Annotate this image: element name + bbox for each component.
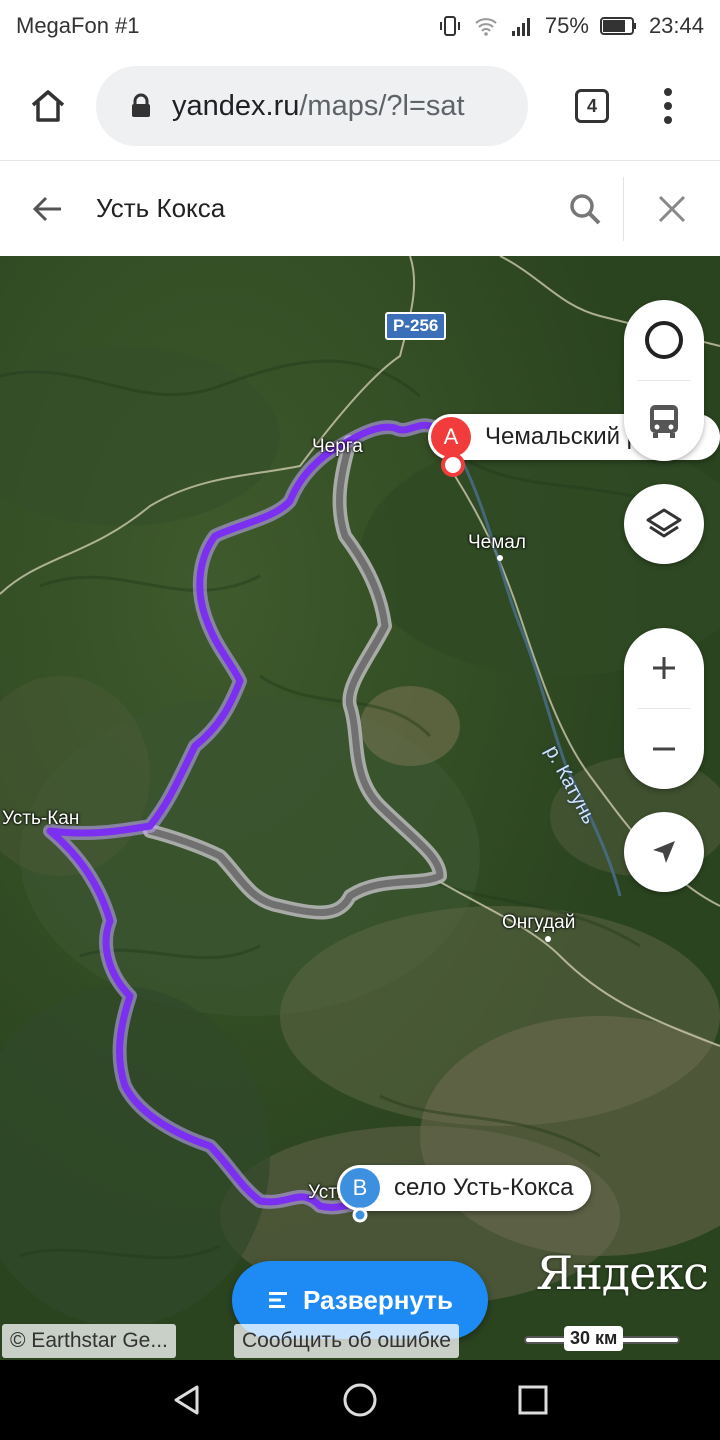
- zoom-out-button[interactable]: [624, 709, 704, 789]
- wifi-icon: [475, 18, 497, 36]
- search-input[interactable]: Усть Кокса: [96, 193, 547, 224]
- place-label-ongudai: Онгудай: [502, 912, 576, 933]
- traffic-transit-controls: [624, 300, 704, 461]
- nav-back-button[interactable]: [147, 1360, 227, 1440]
- layers-icon: [646, 508, 682, 538]
- clear-search-button[interactable]: [624, 161, 720, 256]
- transit-button[interactable]: [624, 381, 704, 461]
- point-b-label: село Усть-Кокса: [394, 1174, 574, 1201]
- point-a-marker-icon: [441, 453, 465, 477]
- locate-me-button[interactable]: [624, 812, 704, 892]
- url-host: yandex.ru: [172, 89, 300, 122]
- carrier-name: MegaFon #1: [16, 13, 140, 38]
- place-label-ust-kan: Усть-Кан: [2, 808, 80, 829]
- place-label-chemal: Чемал: [468, 532, 526, 553]
- battery-percent: 75%: [544, 13, 589, 38]
- lock-icon: [132, 93, 150, 117]
- browser-toolbar: yandex.ru/maps/?l=sat 4: [0, 52, 720, 160]
- signal-icon: [511, 18, 530, 36]
- status-bar: MegaFon #1 75% 23:44: [0, 0, 720, 52]
- place-label-cherga: Черга: [312, 436, 363, 457]
- scale-label: 30 км: [564, 1326, 624, 1351]
- vibrate-icon: [439, 16, 460, 36]
- road-shield-r256: Р-256: [385, 312, 447, 340]
- back-button[interactable]: [0, 161, 96, 256]
- map-search-bar: Усть Кокса: [0, 160, 720, 256]
- address-bar[interactable]: yandex.ru/maps/?l=sat: [96, 66, 528, 146]
- close-icon: [658, 195, 686, 222]
- imagery-attribution[interactable]: © Earthstar Ge...: [2, 1324, 176, 1358]
- home-button[interactable]: [0, 52, 96, 160]
- nav-recents-button[interactable]: [493, 1360, 573, 1440]
- zoom-out-icon: [653, 747, 675, 751]
- recents-square-icon: [518, 1385, 548, 1415]
- arrow-left-icon: [32, 196, 61, 221]
- tab-count: 4: [575, 89, 609, 123]
- browser-menu-button[interactable]: [632, 86, 704, 126]
- zoom-in-button[interactable]: [624, 628, 704, 708]
- home-icon: [31, 90, 65, 122]
- list-lines-icon: [269, 1292, 288, 1308]
- system-navigation-bar: [0, 1360, 720, 1440]
- clock: 23:44: [648, 13, 704, 38]
- battery-icon: [599, 17, 636, 35]
- yandex-logo: Яндекс: [536, 1246, 709, 1300]
- nav-home-button[interactable]: [320, 1360, 400, 1440]
- url-path: /maps/?l=sat: [299, 89, 465, 122]
- locate-icon: [653, 841, 675, 863]
- report-error-link[interactable]: Сообщить об ошибке: [234, 1324, 459, 1358]
- traffic-icon: [645, 321, 683, 359]
- transit-bus-icon: [650, 405, 678, 438]
- expand-label: Развернуть: [303, 1284, 453, 1315]
- route-point-b[interactable]: B село Усть-Кокса: [337, 1165, 592, 1211]
- more-vertical-icon: [664, 88, 672, 124]
- home-circle-icon: [343, 1383, 377, 1417]
- layers-button[interactable]: [624, 484, 704, 564]
- search-button[interactable]: [547, 161, 623, 256]
- traffic-button[interactable]: [624, 300, 704, 380]
- tab-switcher-button[interactable]: 4: [552, 89, 632, 123]
- map-scale: 30 км: [524, 1326, 680, 1356]
- search-icon: [570, 193, 601, 224]
- zoom-controls: [624, 628, 704, 789]
- satellite-map[interactable]: Р-256 Черга Чемал Усть-Кан Онгудай Усть …: [0, 256, 720, 1360]
- point-b-badge: B: [340, 1168, 380, 1208]
- zoom-in-icon: [653, 657, 675, 679]
- point-b-marker-icon: [352, 1207, 368, 1223]
- back-triangle-icon: [174, 1385, 199, 1415]
- point-a-badge: A: [431, 417, 471, 457]
